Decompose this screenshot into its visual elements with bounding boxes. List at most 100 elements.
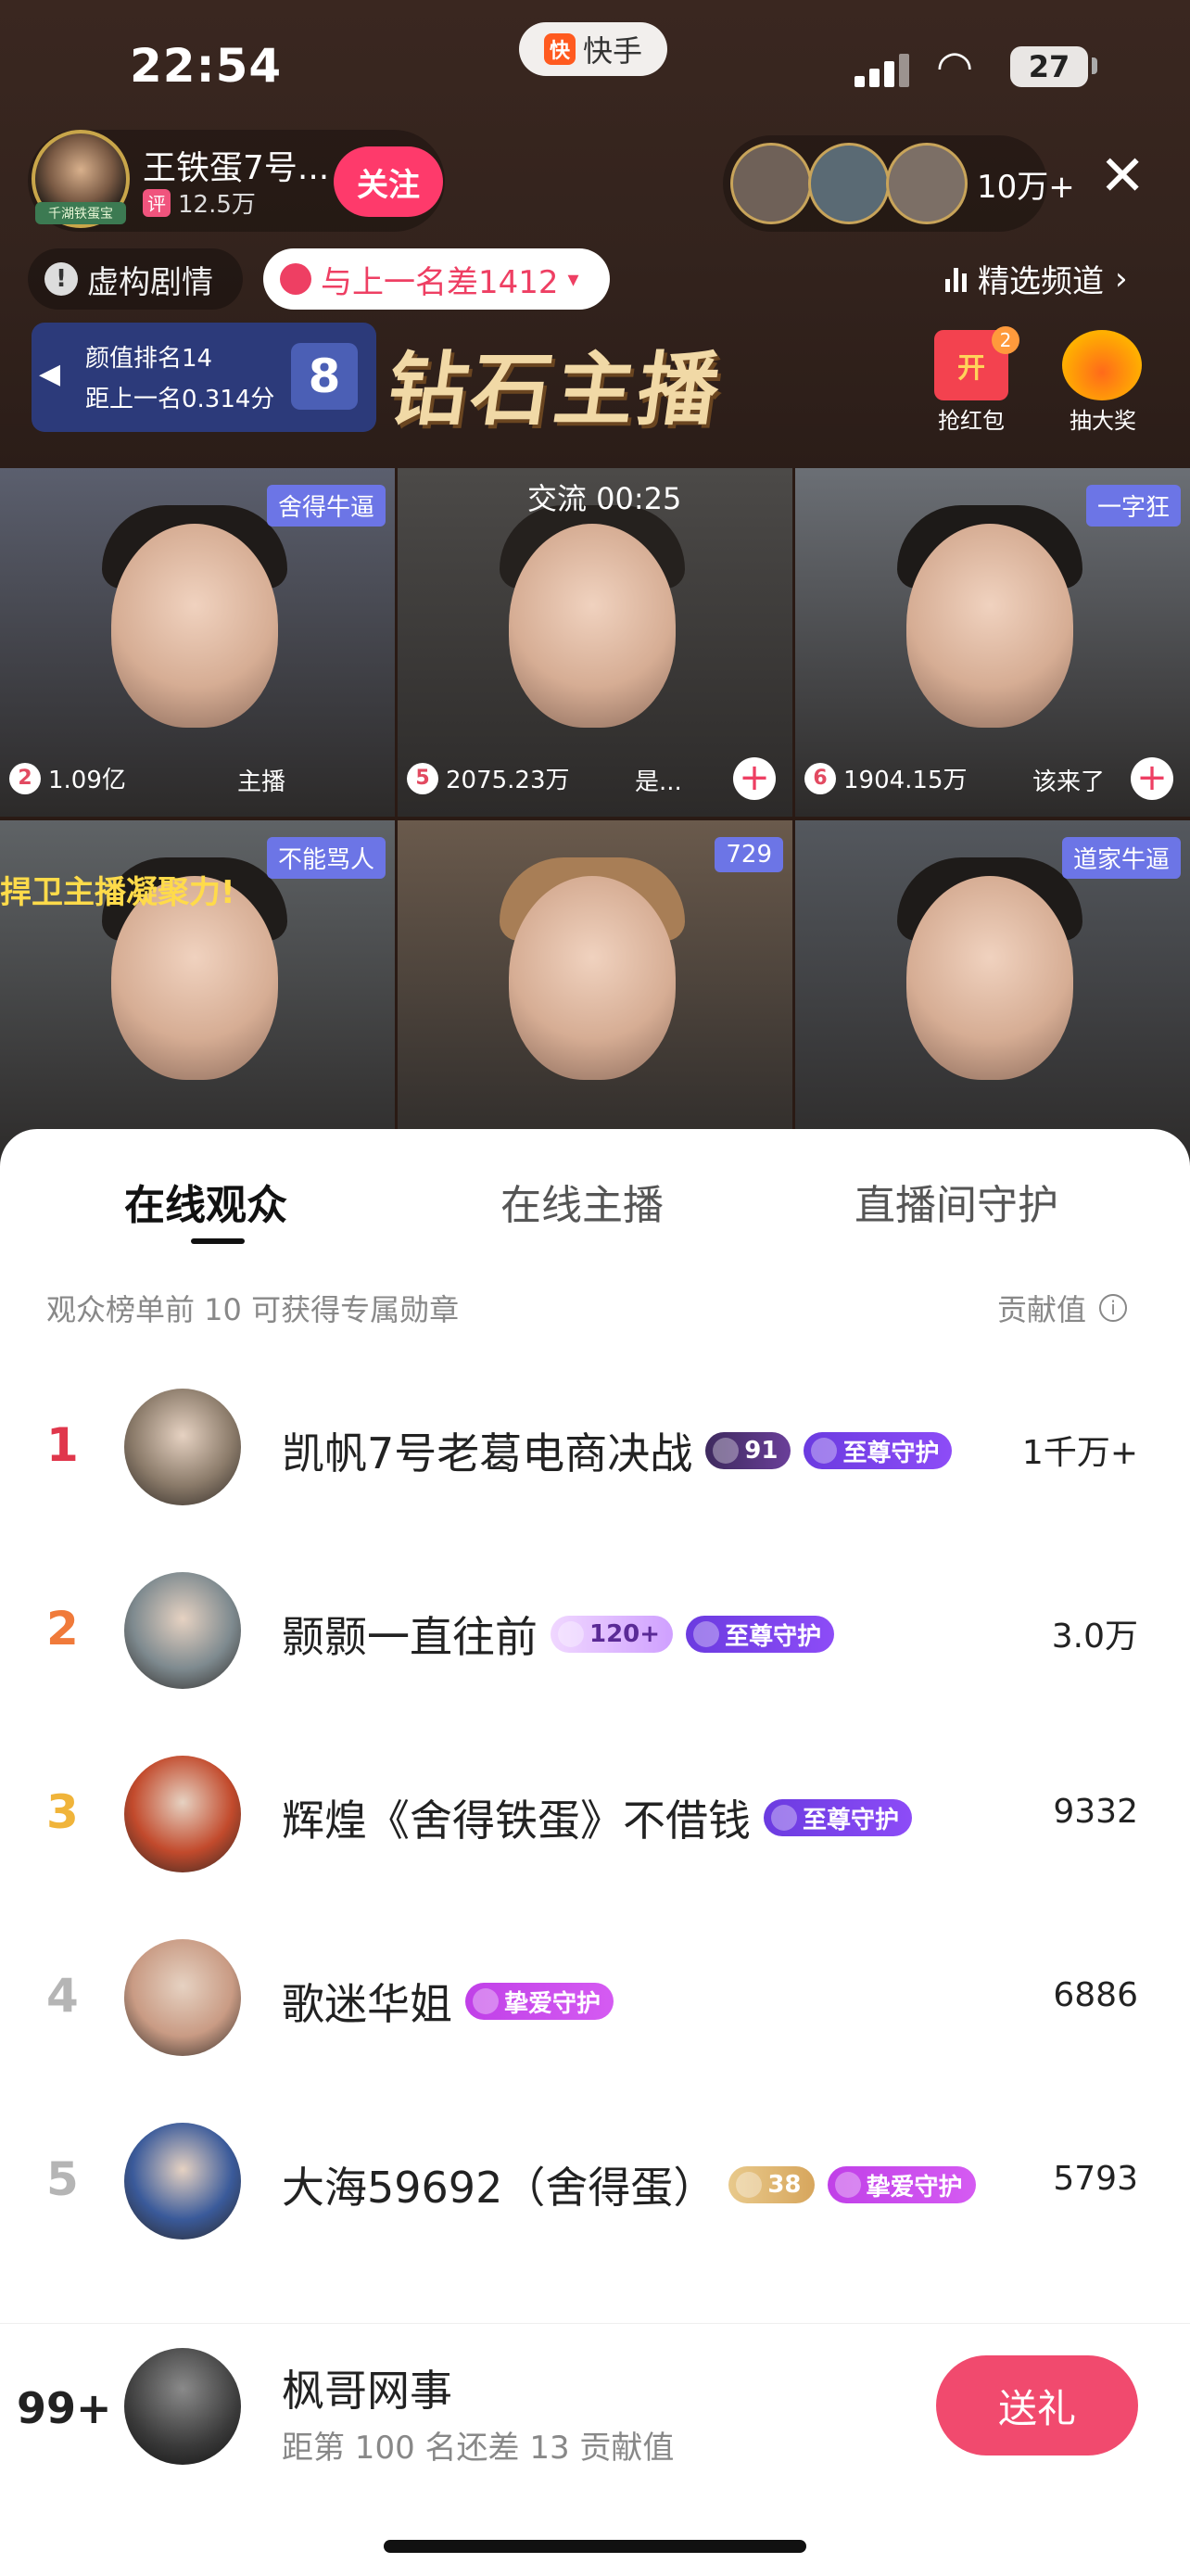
comment-icon: 评 (143, 188, 171, 217)
viewer-avatar[interactable] (886, 143, 968, 224)
viewer-avatar[interactable] (808, 143, 890, 224)
tab-online-hosts[interactable]: 在线主播 (500, 1172, 664, 1231)
level-gem-icon (558, 1621, 584, 1647)
audience-rank: 4 (46, 1969, 79, 2023)
my-rank: 99+ (17, 2383, 112, 2433)
tab-online-audience[interactable]: 在线观众 (124, 1172, 287, 1231)
rank-gap-pill[interactable]: 与上一名差1412 ▾ (263, 248, 610, 310)
guard-badge: 挚爱守护 (827, 2166, 976, 2203)
kuaishou-logo-icon: 快 (543, 33, 576, 65)
battery-tip (1092, 57, 1097, 74)
wifi-icon: ◠ (936, 41, 974, 91)
host-name[interactable]: 王铁蛋7号... (143, 141, 329, 189)
audience-row[interactable]: 2 颢颢一直往前 120+ 至尊守护 3.0万 (0, 1539, 1190, 1722)
follow-button[interactable]: 关注 (334, 146, 443, 217)
audience-name-text: 歌迷华姐 (282, 1979, 452, 2029)
cell-signal-icon (855, 48, 916, 87)
status-bar: 22:54 快 快手 ◠ 27 (0, 0, 1190, 130)
stream-banner-text: 捍卫主播凝聚力! (0, 874, 235, 911)
user-level-badge: 38 (728, 2166, 815, 2203)
bar-chart-icon (945, 266, 967, 292)
red-packet-count: 2 (992, 326, 1019, 354)
contribution-value: 6886 (1053, 1976, 1138, 2014)
channel-label: 精选频道 (978, 263, 1104, 300)
audience-name: 辉煌《舍得铁蛋》不借钱 至尊守护 (282, 1787, 913, 1848)
red-packet-label: 抢红包 (938, 408, 1005, 434)
fictional-plot-notice[interactable]: ! 虚构剧情 (28, 248, 243, 310)
audience-name-text: 大海59692（舍得蛋） (282, 2163, 716, 2213)
tab-room-guard[interactable]: 直播间守护 (855, 1172, 1058, 1231)
close-icon[interactable]: ✕ (1099, 148, 1146, 204)
shield-icon (811, 1438, 838, 1464)
audience-name: 歌迷华姐 挚爱守护 (282, 1971, 614, 2032)
user-level-value: 38 (767, 2171, 802, 2199)
lottery-button[interactable]: 抽大奖 (1057, 326, 1149, 434)
user-level-value: 91 (744, 1437, 779, 1465)
stream-tag: 729 (715, 837, 783, 872)
contribution-header[interactable]: 贡献值 i (997, 1287, 1128, 1329)
lottery-label: 抽大奖 (1070, 408, 1136, 434)
user-level-badge: 91 (705, 1432, 791, 1469)
audience-avatar[interactable] (124, 2123, 241, 2240)
featured-channel-link[interactable]: 精选频道 › (945, 256, 1128, 301)
viewer-avatar[interactable] (730, 143, 812, 224)
audience-row[interactable]: 3 辉煌《舍得铁蛋》不借钱 至尊守护 9332 (0, 1722, 1190, 1906)
stream-tile[interactable]: 一字狂 6 1904.15万 该来了 + (795, 468, 1190, 817)
user-level-value: 120+ (589, 1620, 661, 1648)
audience-list-hint: 观众榜单前 10 可获得专属勋章 (46, 1292, 460, 1327)
viewer-count[interactable]: 10万+ (977, 161, 1075, 207)
stream-tile[interactable]: 舍得牛逼 2 1.09亿 主播 (0, 468, 395, 817)
app-name: 快手 (582, 33, 642, 69)
guard-label: 至尊守护 (725, 1622, 822, 1651)
audience-rank: 1 (46, 1418, 79, 1472)
stream-popularity: 6 1904.15万 (804, 761, 968, 795)
streamer-face (509, 876, 676, 1080)
home-indicator (384, 2540, 806, 2553)
my-avatar[interactable] (124, 2348, 241, 2465)
rank-logo-icon: 8 (291, 343, 358, 410)
diamond-host-banner: 钻石主播 (381, 343, 728, 437)
viewer-avatars[interactable]: 10万+ (723, 135, 1094, 232)
stream-tag: 一字狂 (1085, 485, 1181, 527)
contribution-value: 1千万+ (1021, 1434, 1138, 1472)
guard-badge: 至尊守护 (686, 1616, 835, 1653)
stream-rank-badge: 5 (407, 762, 438, 794)
audience-avatar[interactable] (124, 1756, 241, 1872)
audience-row[interactable]: 1 凯帆7号老葛电商决战 91 至尊守护 1千万+ (0, 1355, 1190, 1539)
host-followers: 评 12.5万 (143, 185, 256, 220)
stream-tile[interactable]: 道家牛逼 (795, 820, 1190, 1169)
stream-tile[interactable]: 729 (398, 820, 792, 1169)
level-gem-icon (713, 1438, 740, 1464)
stream-tag: 不能骂人 (266, 837, 386, 879)
live-stream-grid: 舍得牛逼 2 1.09亿 主播 交流 00:25 5 2075.23万 是... + 一字狂 6 19… (0, 468, 1190, 1169)
stream-tile[interactable]: 交流 00:25 5 2075.23万 是... + (398, 468, 792, 817)
add-stream-icon[interactable]: + (733, 757, 776, 800)
user-level-badge: 120+ (551, 1616, 674, 1653)
chevron-down-icon: ▾ (567, 266, 579, 292)
status-time: 22:54 (130, 39, 283, 93)
audience-row[interactable]: 5 大海59692（舍得蛋） 38 挚爱守护 5793 (0, 2089, 1190, 2273)
send-gift-button[interactable]: 送礼 (936, 2355, 1138, 2455)
guard-badge: 至尊守护 (804, 1432, 953, 1469)
audience-rank: 2 (46, 1602, 79, 1656)
stream-popularity-value: 1.09亿 (48, 767, 126, 794)
shield-icon (834, 2172, 861, 2198)
stream-note: 是... (635, 768, 682, 796)
battery-icon: 27 (1010, 46, 1088, 87)
info-icon[interactable]: i (1099, 1294, 1128, 1322)
audience-name: 颢颢一直往前 120+ 至尊守护 (282, 1604, 835, 1665)
streamer-face (509, 524, 676, 728)
audience-row[interactable]: 4 歌迷华姐 挚爱守护 6886 (0, 1906, 1190, 2089)
audience-avatar[interactable] (124, 1389, 241, 1505)
shield-icon (693, 1621, 720, 1647)
audience-avatar[interactable] (124, 1572, 241, 1689)
add-stream-icon[interactable]: + (1131, 757, 1173, 800)
stream-tile[interactable]: 不能骂人 捍卫主播凝聚力! (0, 820, 395, 1169)
streamer-face (906, 876, 1073, 1080)
red-packet-button[interactable]: 开 2 抢红包 (927, 326, 1019, 434)
triangle-left-icon: ◀ (39, 358, 61, 390)
audience-avatar[interactable] (124, 1939, 241, 2056)
rank-line-2: 距上一名0.314分 (85, 386, 275, 413)
app-indicator[interactable]: 快 快手 (519, 22, 667, 76)
level-gem-icon (736, 2172, 763, 2198)
